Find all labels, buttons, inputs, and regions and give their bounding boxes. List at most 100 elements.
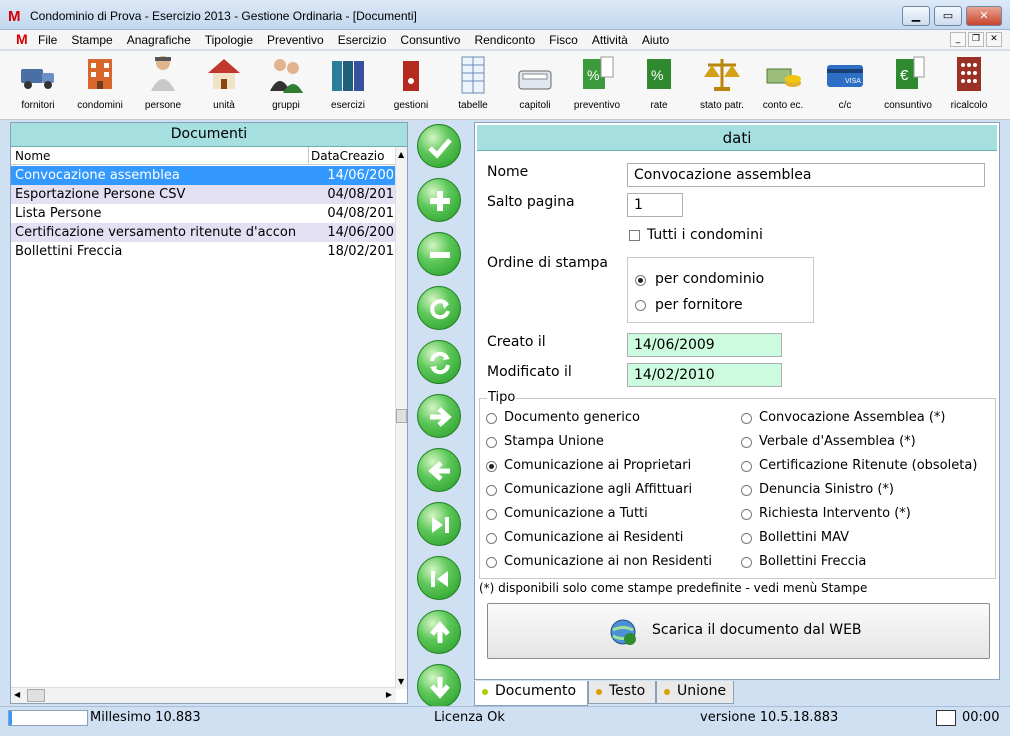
remove-button[interactable]	[417, 232, 461, 276]
scroll-down-icon[interactable]: ▼	[398, 677, 404, 686]
scroll-left-icon[interactable]: ◀	[14, 690, 20, 699]
close-button[interactable]: ✕	[966, 6, 1002, 26]
tipo-denuncia-sinistro-radio[interactable]	[741, 485, 752, 496]
vertical-scrollbar[interactable]: ▲ ▼	[395, 147, 407, 689]
tipo-comunicazione-tutti-radio[interactable]	[486, 509, 497, 520]
menu-attivita[interactable]: Attività	[592, 33, 628, 47]
mdi-restore-button[interactable]: ❐	[968, 32, 984, 47]
scroll-thumb[interactable]	[396, 409, 407, 423]
toolbar-ricalcolo[interactable]: ricalcolo	[944, 53, 994, 111]
menu-aiuto[interactable]: Aiuto	[642, 33, 669, 47]
toolbar-unita[interactable]: unità	[200, 53, 248, 111]
list-item[interactable]: Certificazione versamento ritenute d'acc…	[11, 223, 396, 242]
tipo-convocazione-assemblea-radio[interactable]	[741, 413, 752, 424]
toolbar-gestioni[interactable]: gestioni	[388, 53, 434, 111]
toolbar-rate[interactable]: % rate	[638, 53, 680, 111]
tab-unione[interactable]: Unione	[656, 681, 734, 704]
tab-testo[interactable]: Testo	[588, 681, 656, 704]
menu-anagrafiche[interactable]: Anagrafiche	[127, 33, 191, 47]
minimize-button[interactable]: ▁	[902, 6, 930, 26]
card-icon: VISA	[827, 65, 863, 87]
list-item[interactable]: Bollettini Freccia 18/02/201	[11, 242, 396, 261]
first-button[interactable]	[417, 556, 461, 600]
refresh-icon	[430, 351, 450, 375]
toolbar-stato-patr[interactable]: stato patr.	[692, 53, 752, 111]
add-button[interactable]	[417, 178, 461, 222]
confirm-button[interactable]	[417, 124, 461, 168]
tipo-certificazione-ritenute-radio[interactable]	[741, 461, 752, 472]
salto-pagina-field[interactable]: 1	[627, 193, 683, 217]
scroll-right-icon[interactable]: ▶	[386, 690, 392, 699]
list-item[interactable]: Convocazione assemblea 14/06/200	[11, 166, 396, 185]
column-divider[interactable]	[308, 147, 309, 163]
tipo-verbale-assemblea-radio[interactable]	[741, 437, 752, 448]
person-icon	[151, 56, 175, 91]
tipo-comunicazione-affittuari-radio[interactable]	[486, 485, 497, 496]
toolbar-capitoli[interactable]: capitoli	[510, 53, 560, 111]
millesimo-text: Millesimo 10.883	[90, 710, 201, 725]
ordine-condominio-radio[interactable]	[635, 275, 646, 286]
toolbar-consuntivo[interactable]: € consuntivo	[878, 53, 938, 111]
toolbar-cc[interactable]: VISA c/c	[822, 53, 868, 111]
tipo-bollettini-freccia-radio[interactable]	[741, 557, 752, 568]
move-up-button[interactable]	[417, 610, 461, 654]
nome-field[interactable]: Convocazione assemblea	[627, 163, 985, 187]
last-button[interactable]	[417, 502, 461, 546]
tipo-comunicazione-residenti-radio[interactable]	[486, 533, 497, 544]
list-item[interactable]: Lista Persone 04/08/201	[11, 204, 396, 223]
tipo-comunicazione-proprietari-radio[interactable]	[486, 461, 497, 472]
tab-documento[interactable]: Documento	[474, 681, 588, 706]
menu-fisco[interactable]: Fisco	[549, 33, 578, 47]
list-item[interactable]: Esportazione Persone CSV 04/08/201	[11, 185, 396, 204]
menu-tipologie[interactable]: Tipologie	[205, 33, 253, 47]
previous-button[interactable]	[417, 448, 461, 492]
download-web-button[interactable]: Scarica il documento dal WEB	[487, 603, 990, 659]
toolbar-persone[interactable]: persone	[138, 53, 188, 111]
svg-text:VISA: VISA	[845, 78, 861, 85]
abacus-icon	[957, 57, 981, 91]
menu-file[interactable]: File	[38, 33, 57, 47]
toolbar-gruppi[interactable]: gruppi	[262, 53, 310, 111]
tipo-richiesta-intervento-radio[interactable]	[741, 509, 752, 520]
tipo-option-label: Convocazione Assemblea (*)	[759, 410, 946, 425]
toolbar-condomini[interactable]: condomini	[72, 53, 128, 111]
menu-esercizio[interactable]: Esercizio	[338, 33, 387, 47]
column-header-data[interactable]: DataCreazio	[311, 149, 394, 163]
tipo-stampa-unione-radio[interactable]	[486, 437, 497, 448]
tipo-bollettini-mav-radio[interactable]	[741, 533, 752, 544]
mdi-close-button[interactable]: ✕	[986, 32, 1002, 47]
minus-icon	[430, 252, 450, 258]
creato-il-field[interactable]: 14/06/2009	[627, 333, 782, 357]
scroll-up-icon[interactable]: ▲	[398, 150, 404, 159]
clock-text: 00:00	[962, 710, 1000, 725]
menu-preventivo[interactable]: Preventivo	[267, 33, 324, 47]
ordine-fornitore-radio[interactable]	[635, 300, 646, 311]
refresh-button[interactable]	[417, 340, 461, 384]
tipo-documento-generico-radio[interactable]	[486, 413, 497, 424]
menu-rendiconto[interactable]: Rendiconto	[474, 33, 535, 47]
tutti-condomini-checkbox[interactable]	[629, 230, 640, 241]
modificato-il-field[interactable]: 14/02/2010	[627, 363, 782, 387]
toolbar-preventivo[interactable]: % preventivo	[568, 53, 626, 111]
horizontal-scrollbar[interactable]: ◀ ▶	[11, 687, 396, 703]
svg-text:%: %	[587, 67, 599, 83]
menu-logo: M	[16, 31, 28, 47]
next-button[interactable]	[417, 394, 461, 438]
toolbar-tabelle[interactable]: tabelle	[450, 53, 496, 111]
hscroll-thumb[interactable]	[27, 689, 45, 702]
menu-stampe[interactable]: Stampe	[71, 33, 112, 47]
toolbar-conto-ec[interactable]: conto ec.	[758, 53, 808, 111]
menu-consuntivo[interactable]: Consuntivo	[400, 33, 460, 47]
toolbar-fornitori[interactable]: fornitori	[14, 53, 62, 111]
toolbar-esercizi[interactable]: esercizi	[322, 53, 374, 111]
column-header-nome[interactable]: Nome	[15, 149, 50, 163]
mdi-minimize-button[interactable]: _	[950, 32, 966, 47]
undo-button[interactable]	[417, 286, 461, 330]
item-name: Convocazione assemblea	[15, 168, 180, 183]
maximize-button[interactable]: ▭	[934, 6, 962, 26]
move-down-button[interactable]	[417, 664, 461, 708]
tipo-comunicazione-non-residenti-radio[interactable]	[486, 557, 497, 568]
tutti-condomini-label: Tutti i condomini	[647, 227, 763, 243]
tab-dot-icon	[596, 689, 602, 695]
tipo-option-label: Documento generico	[504, 410, 640, 425]
